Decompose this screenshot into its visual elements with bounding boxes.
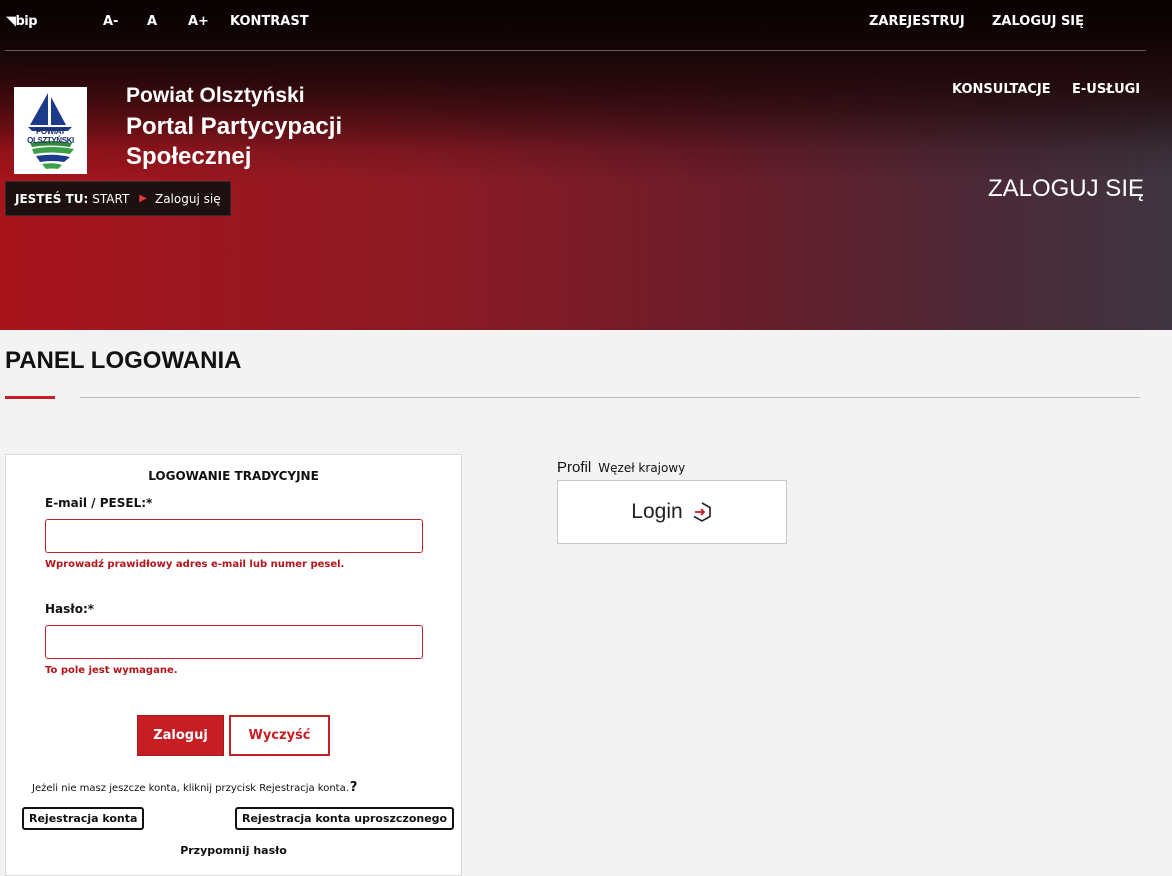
login-arrow-icon: [693, 502, 711, 522]
profile-title: Profil: [557, 459, 592, 476]
email-label: E-mail / PESEL:*: [45, 496, 153, 510]
traditional-login-panel: LOGOWANIE TRADYCYJNE E-mail / PESEL:* Wp…: [5, 454, 462, 876]
top-divider: [5, 50, 1146, 51]
bip-link[interactable]: ◥bip: [6, 14, 38, 29]
font-normal-button[interactable]: A: [147, 14, 157, 29]
register-link[interactable]: ZAREJESTRUJ: [869, 14, 965, 29]
breadcrumb-label: JESTEŚ TU:: [15, 191, 89, 206]
font-decrease-button[interactable]: A-: [103, 14, 118, 29]
trusted-profile-header: Profil Węzeł krajowy: [557, 457, 685, 476]
register-info: Jeżeli nie masz jeszcze konta, kliknij p…: [32, 780, 357, 795]
email-error: Wprowadź prawidłowy adres e-mail lub num…: [45, 559, 345, 570]
register-simplified-account-button[interactable]: Rejestracja konta uproszczonego: [235, 807, 455, 830]
register-account-button[interactable]: Rejestracja konta: [22, 807, 145, 830]
breadcrumb-current: Zaloguj się: [154, 191, 221, 206]
portal-name-line2: Społecznej: [126, 143, 252, 170]
register-info-text: Jeżeli nie masz jeszcze konta, kliknij p…: [32, 783, 349, 794]
county-logo[interactable]: POWIAT OLSZTYŃSKI: [14, 87, 87, 174]
breadcrumb-arrow-icon: ▶: [139, 193, 147, 204]
email-field[interactable]: [45, 519, 423, 553]
profile-subtitle: Węzeł krajowy: [598, 461, 686, 475]
page-title: PANEL LOGOWANIA: [5, 347, 242, 374]
portal-name-line1: Portal Partycypacji: [126, 113, 343, 140]
bip-label: bip: [15, 14, 38, 29]
login-submit-button[interactable]: Zaloguj: [137, 715, 224, 756]
nav-e-services[interactable]: E-USŁUGI: [1072, 82, 1140, 97]
remind-password-link[interactable]: Przypomnij hasło: [6, 844, 461, 857]
password-label: Hasło:*: [45, 602, 95, 616]
logo-text: POWIAT OLSZTYŃSKI: [27, 127, 74, 145]
login-panel-heading: LOGOWANIE TRADYCYJNE: [148, 469, 319, 483]
login-link[interactable]: ZALOGUJ SIĘ: [992, 14, 1084, 29]
help-icon[interactable]: ?: [350, 780, 358, 795]
password-error: To pole jest wymagane.: [45, 665, 178, 676]
nav-consultations[interactable]: KONSULTACJE: [952, 82, 1051, 97]
national-node-login-label: Login: [631, 500, 683, 523]
top-bar: ◥bip A- A A+ KONTRAST ZAREJESTRUJ ZALOGU…: [0, 0, 1172, 48]
national-node-login-button[interactable]: Login: [557, 480, 787, 544]
title-accent-line: [5, 396, 55, 399]
font-increase-button[interactable]: A+: [188, 14, 209, 29]
password-field[interactable]: [45, 625, 423, 659]
title-divider: [80, 397, 1140, 398]
breadcrumb-start[interactable]: START: [92, 192, 129, 206]
hero-page-title: ZALOGUJ SIĘ: [987, 175, 1144, 202]
site-titles: Powiat Olsztyński Portal Partycypacji Sp…: [126, 84, 342, 172]
org-name: Powiat Olsztyński: [126, 84, 305, 107]
clear-button[interactable]: Wyczyść: [229, 715, 330, 756]
breadcrumb: JESTEŚ TU: START ▶ Zaloguj się: [5, 181, 231, 216]
contrast-button[interactable]: KONTRAST: [230, 14, 309, 29]
